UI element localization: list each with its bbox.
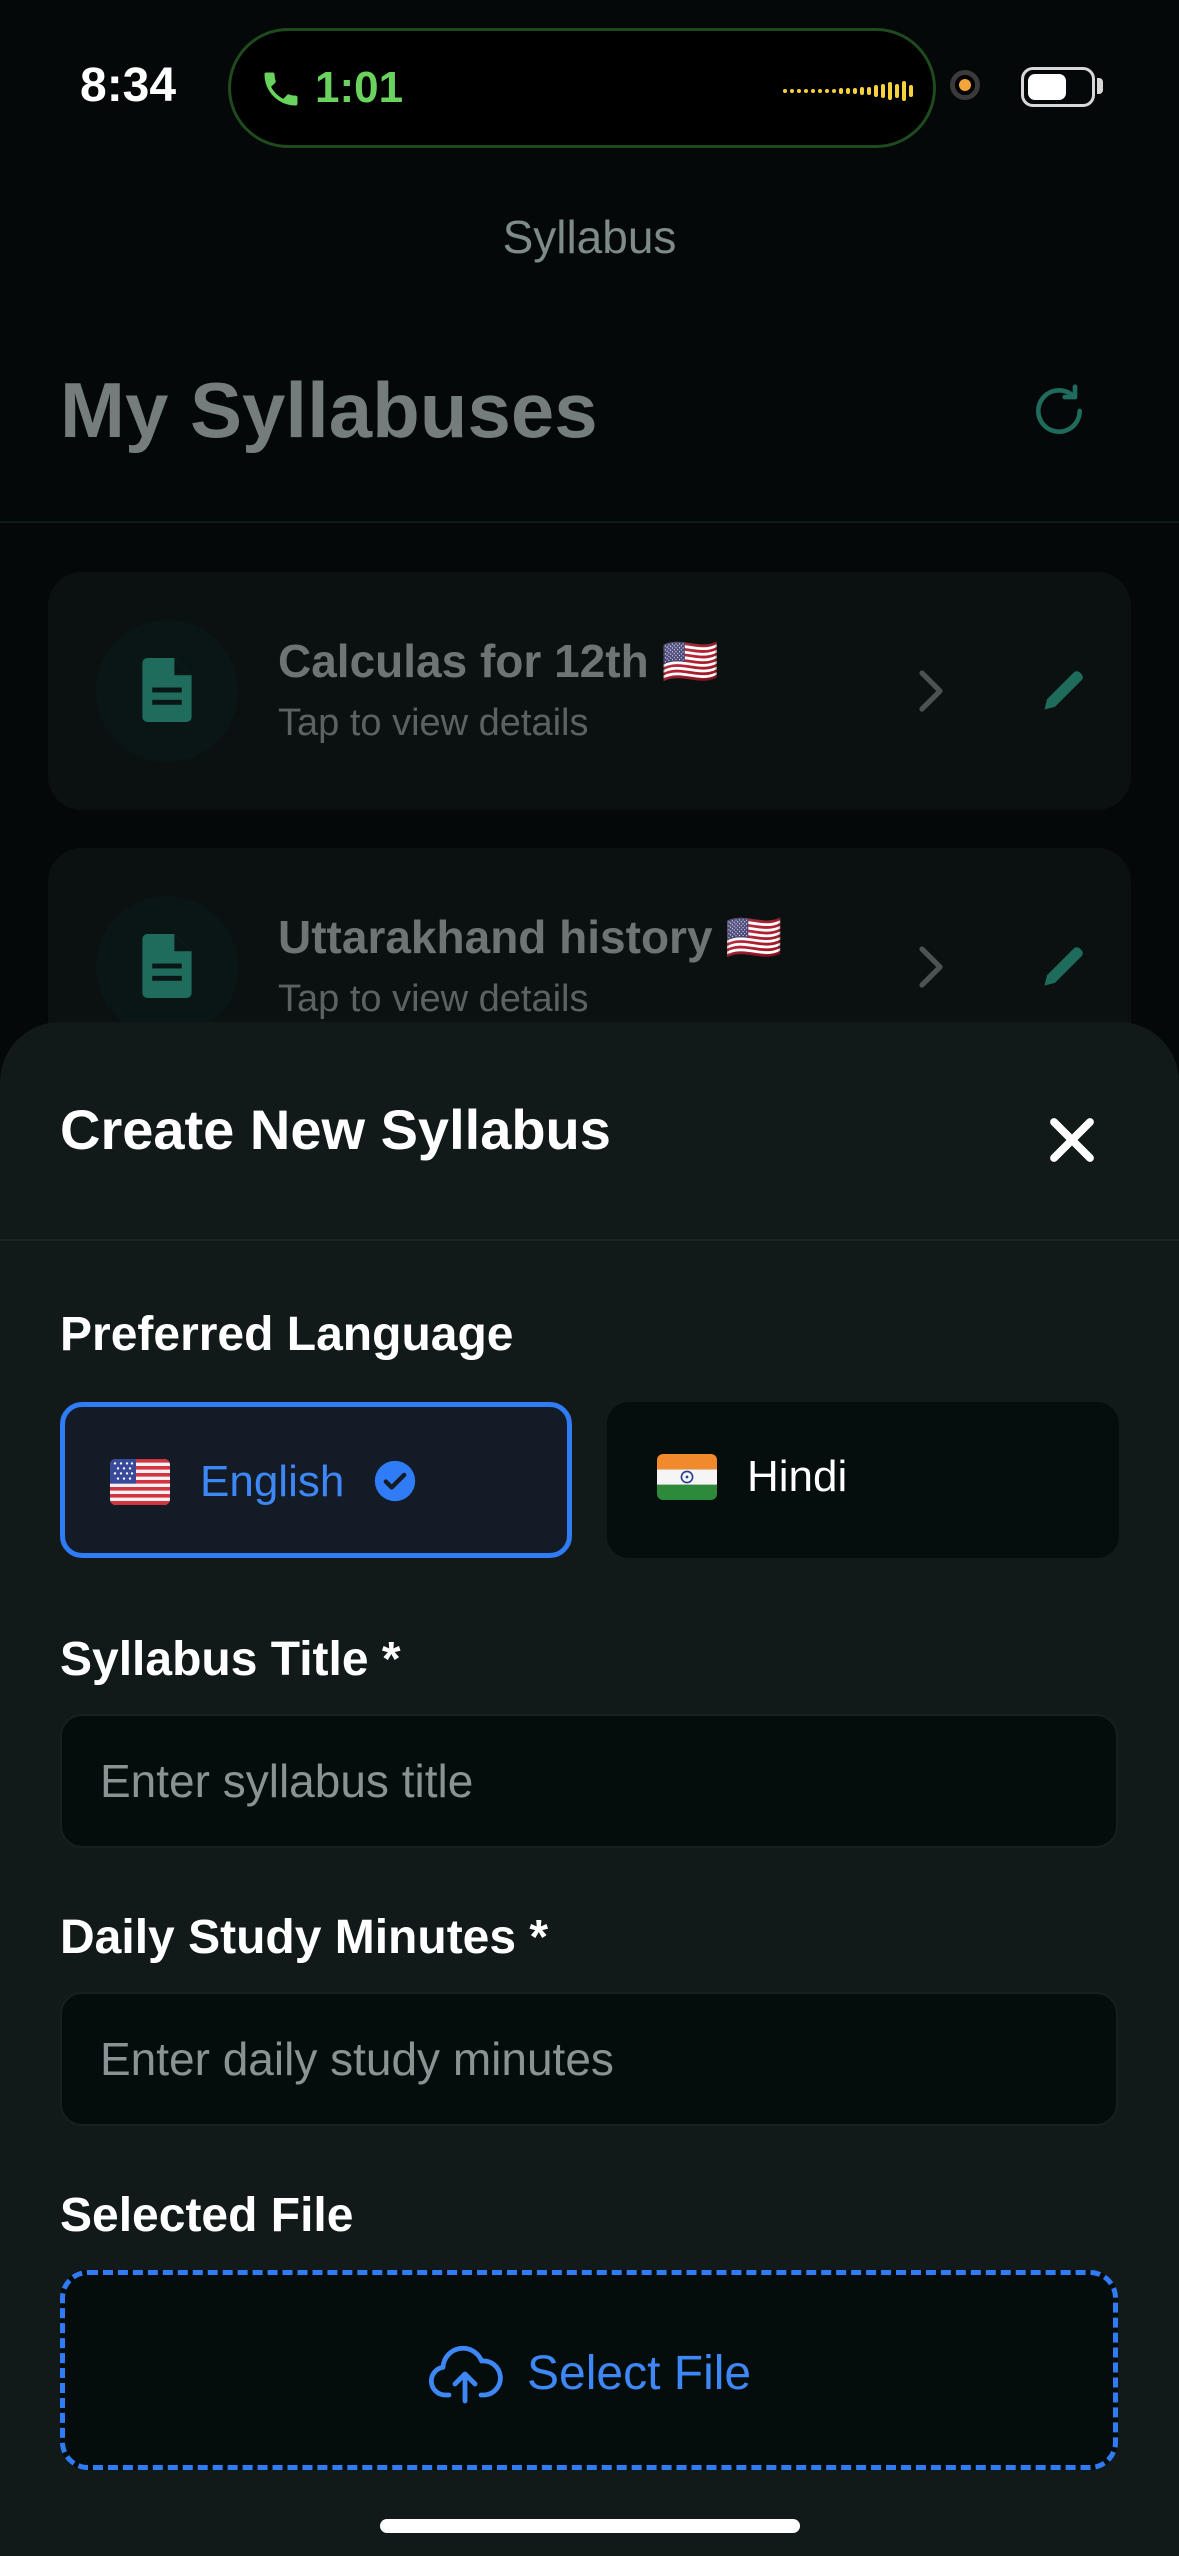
refresh-icon[interactable] (1028, 380, 1090, 442)
select-file-button[interactable]: Select File (60, 2270, 1118, 2470)
create-syllabus-sheet: Create New Syllabus Preferred Language E… (0, 1022, 1179, 2556)
cloud-upload-icon (428, 2345, 503, 2404)
document-icon (142, 934, 192, 998)
us-flag-icon (110, 1459, 170, 1505)
card-icon-circle (96, 620, 238, 762)
language-option-hindi[interactable]: Hindi (607, 1402, 1119, 1558)
edit-pencil-icon[interactable] (1038, 664, 1090, 716)
syllabus-title-input[interactable] (60, 1714, 1118, 1848)
battery-level (1028, 74, 1066, 100)
india-flag-icon (657, 1454, 717, 1500)
select-file-label: Select File (527, 2347, 752, 2400)
call-duration: 1:01 (315, 63, 404, 112)
edit-pencil-icon[interactable] (1038, 940, 1090, 992)
sheet-title: Create New Syllabus (60, 1098, 611, 1161)
document-icon (142, 658, 192, 722)
battery-icon (1021, 67, 1095, 107)
home-indicator[interactable] (380, 2519, 800, 2533)
syllabus-subtitle: Tap to view details (278, 978, 589, 1020)
syllabus-title: Calculas for 12th 🇺🇸 (278, 635, 719, 687)
header-divider (0, 521, 1179, 523)
syllabus-subtitle: Tap to view details (278, 702, 589, 744)
page-title: My Syllabuses (60, 366, 598, 454)
language-label-english: English (200, 1457, 345, 1506)
selected-file-label: Selected File (60, 2189, 354, 2242)
status-bar-time: 8:34 (80, 59, 177, 112)
language-label: Preferred Language (60, 1308, 514, 1361)
syllabus-card[interactable]: Calculas for 12th 🇺🇸 Tap to view details (48, 572, 1131, 810)
chevron-right-icon[interactable] (910, 943, 950, 991)
battery-tip (1097, 78, 1103, 94)
card-icon-circle (96, 896, 238, 1038)
check-circle-icon (374, 1460, 416, 1502)
chevron-right-icon[interactable] (910, 667, 950, 715)
dynamic-island-call[interactable]: 1:01 (228, 28, 936, 148)
sheet-divider (0, 1239, 1179, 1241)
syllabus-title-label: Syllabus Title * (60, 1633, 401, 1686)
recording-indicator-icon (950, 70, 980, 100)
language-label-hindi: Hindi (747, 1452, 848, 1501)
close-icon[interactable] (1036, 1104, 1108, 1176)
phone-icon (264, 72, 298, 106)
nav-title: Syllabus (502, 211, 677, 263)
syllabus-title: Uttarakhand history 🇺🇸 (278, 911, 783, 963)
audio-waveform-icon (783, 81, 913, 101)
daily-minutes-label: Daily Study Minutes * (60, 1911, 549, 1964)
daily-minutes-input[interactable] (60, 1992, 1118, 2126)
language-option-english[interactable]: English (60, 1402, 572, 1558)
